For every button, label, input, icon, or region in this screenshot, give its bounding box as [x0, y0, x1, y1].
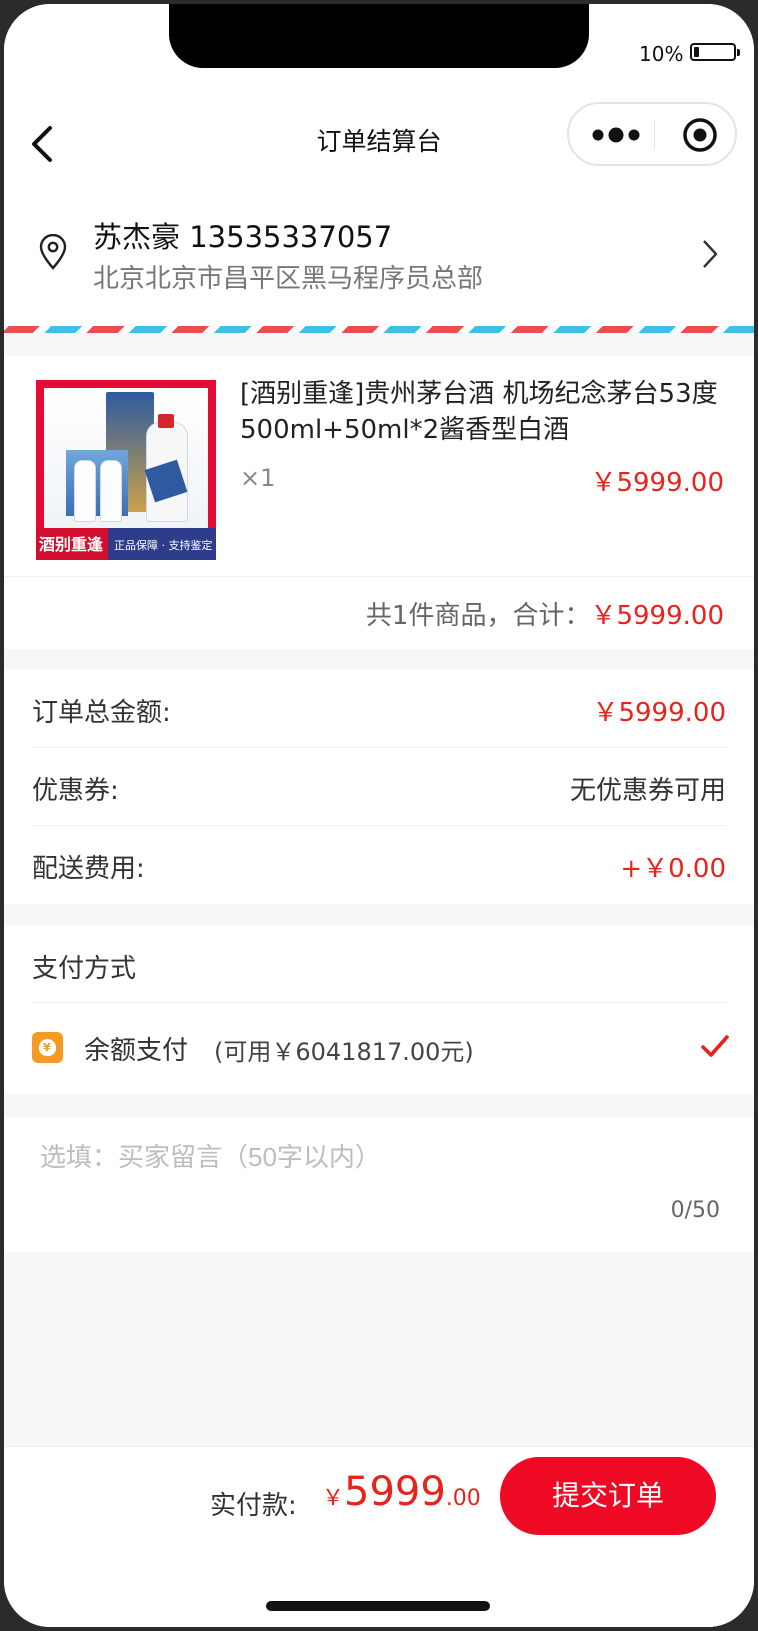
top-bar: 10% 订单结算台 [4, 4, 754, 192]
product-quantity: ×1 [240, 464, 276, 492]
divider [32, 1002, 726, 1003]
close-target-icon[interactable] [681, 116, 719, 154]
buyer-message: 0/50 [4, 1118, 754, 1252]
summary-value: 无优惠券可用 [569, 776, 726, 806]
address-detail: 北京北京市昌平区黑马程序员总部 [93, 264, 484, 294]
phone-screen: 10% 订单结算台 苏杰豪 13535337057 北京北京市昌平区黑马程序员总… [4, 4, 754, 1627]
total-integer: 5999 [344, 1469, 446, 1515]
summary-row-total: 订单总金额: ￥5999.00 [32, 670, 726, 748]
product-thumbnail: 酒别重逢 正品保障 · 支持鉴定 [36, 380, 216, 560]
checkout-bar: 实付款: ￥5999.00 提交订单 [4, 1446, 754, 1627]
subtotal-amount: ￥5999.00 [590, 601, 724, 631]
product-price: ￥5999.00 [590, 468, 724, 498]
home-indicator [266, 1601, 490, 1611]
more-dots-icon[interactable] [591, 126, 641, 144]
shipping-address[interactable]: 苏杰豪 13535337057 北京北京市昌平区黑马程序员总部 [4, 192, 754, 326]
summary-value: +￥0.00 [620, 854, 726, 884]
mini-program-capsule [567, 102, 737, 166]
notch [169, 4, 589, 68]
summary-label: 订单总金额: [32, 698, 171, 728]
airmail-border [4, 326, 754, 333]
payment-title: 支付方式 [32, 954, 137, 984]
submit-order-button[interactable]: 提交订单 [500, 1457, 716, 1535]
summary-label: 优惠券: [32, 776, 119, 806]
summary-row-delivery: 配送费用: +￥0.00 [32, 826, 726, 904]
total-label: 实付款: [210, 1491, 297, 1521]
chevron-right-icon [703, 240, 718, 268]
battery-percent: 10% [639, 42, 684, 66]
payment-balance: (可用￥6041817.00元) [214, 1038, 474, 1066]
thumbnail-slogan: 正品保障 · 支持鉴定 [114, 539, 213, 552]
summary-label: 配送费用: [32, 854, 145, 884]
summary-value: ￥5999.00 [592, 698, 726, 728]
subtotal-row: 共1件商品，合计：￥5999.00 [4, 576, 754, 649]
recipient-name-phone: 苏杰豪 13535337057 [93, 220, 393, 254]
subtotal-label: 共1件商品，合计： [365, 601, 591, 631]
capsule-divider [654, 120, 655, 150]
order-summary: 订单总金额: ￥5999.00 优惠券: 无优惠券可用 配送费用: +￥0.00 [4, 670, 754, 904]
battery-icon [690, 43, 740, 61]
payment-method-label[interactable]: 余额支付 [84, 1030, 188, 1067]
subtotal: 共1件商品，合计：￥5999.00 [366, 595, 724, 632]
payment-method-section: 支付方式 ¥ 余额支付 (可用￥6041817.00元) [4, 926, 754, 1094]
product-title: [酒别重逢]贵州茅台酒 机场纪念茅台53度500ml+50ml*2酱香型白酒 [240, 379, 718, 445]
location-pin-icon [39, 234, 67, 270]
wallet-icon: ¥ [32, 1032, 63, 1063]
message-counter: 0/50 [670, 1198, 720, 1223]
summary-row-coupon[interactable]: 优惠券: 无优惠券可用 [32, 748, 726, 826]
thumbnail-logo-text: 酒别重逢 [39, 535, 104, 554]
total-decimal: .00 [445, 1486, 481, 1511]
buyer-message-input[interactable] [38, 1132, 722, 1182]
checkmark-icon[interactable] [700, 1032, 730, 1060]
product-item[interactable]: 酒别重逢 正品保障 · 支持鉴定 [酒别重逢]贵州茅台酒 机场纪念茅台53度50… [4, 356, 754, 576]
total-amount: ￥5999.00 [322, 1469, 481, 1515]
total-currency: ￥ [322, 1486, 345, 1511]
